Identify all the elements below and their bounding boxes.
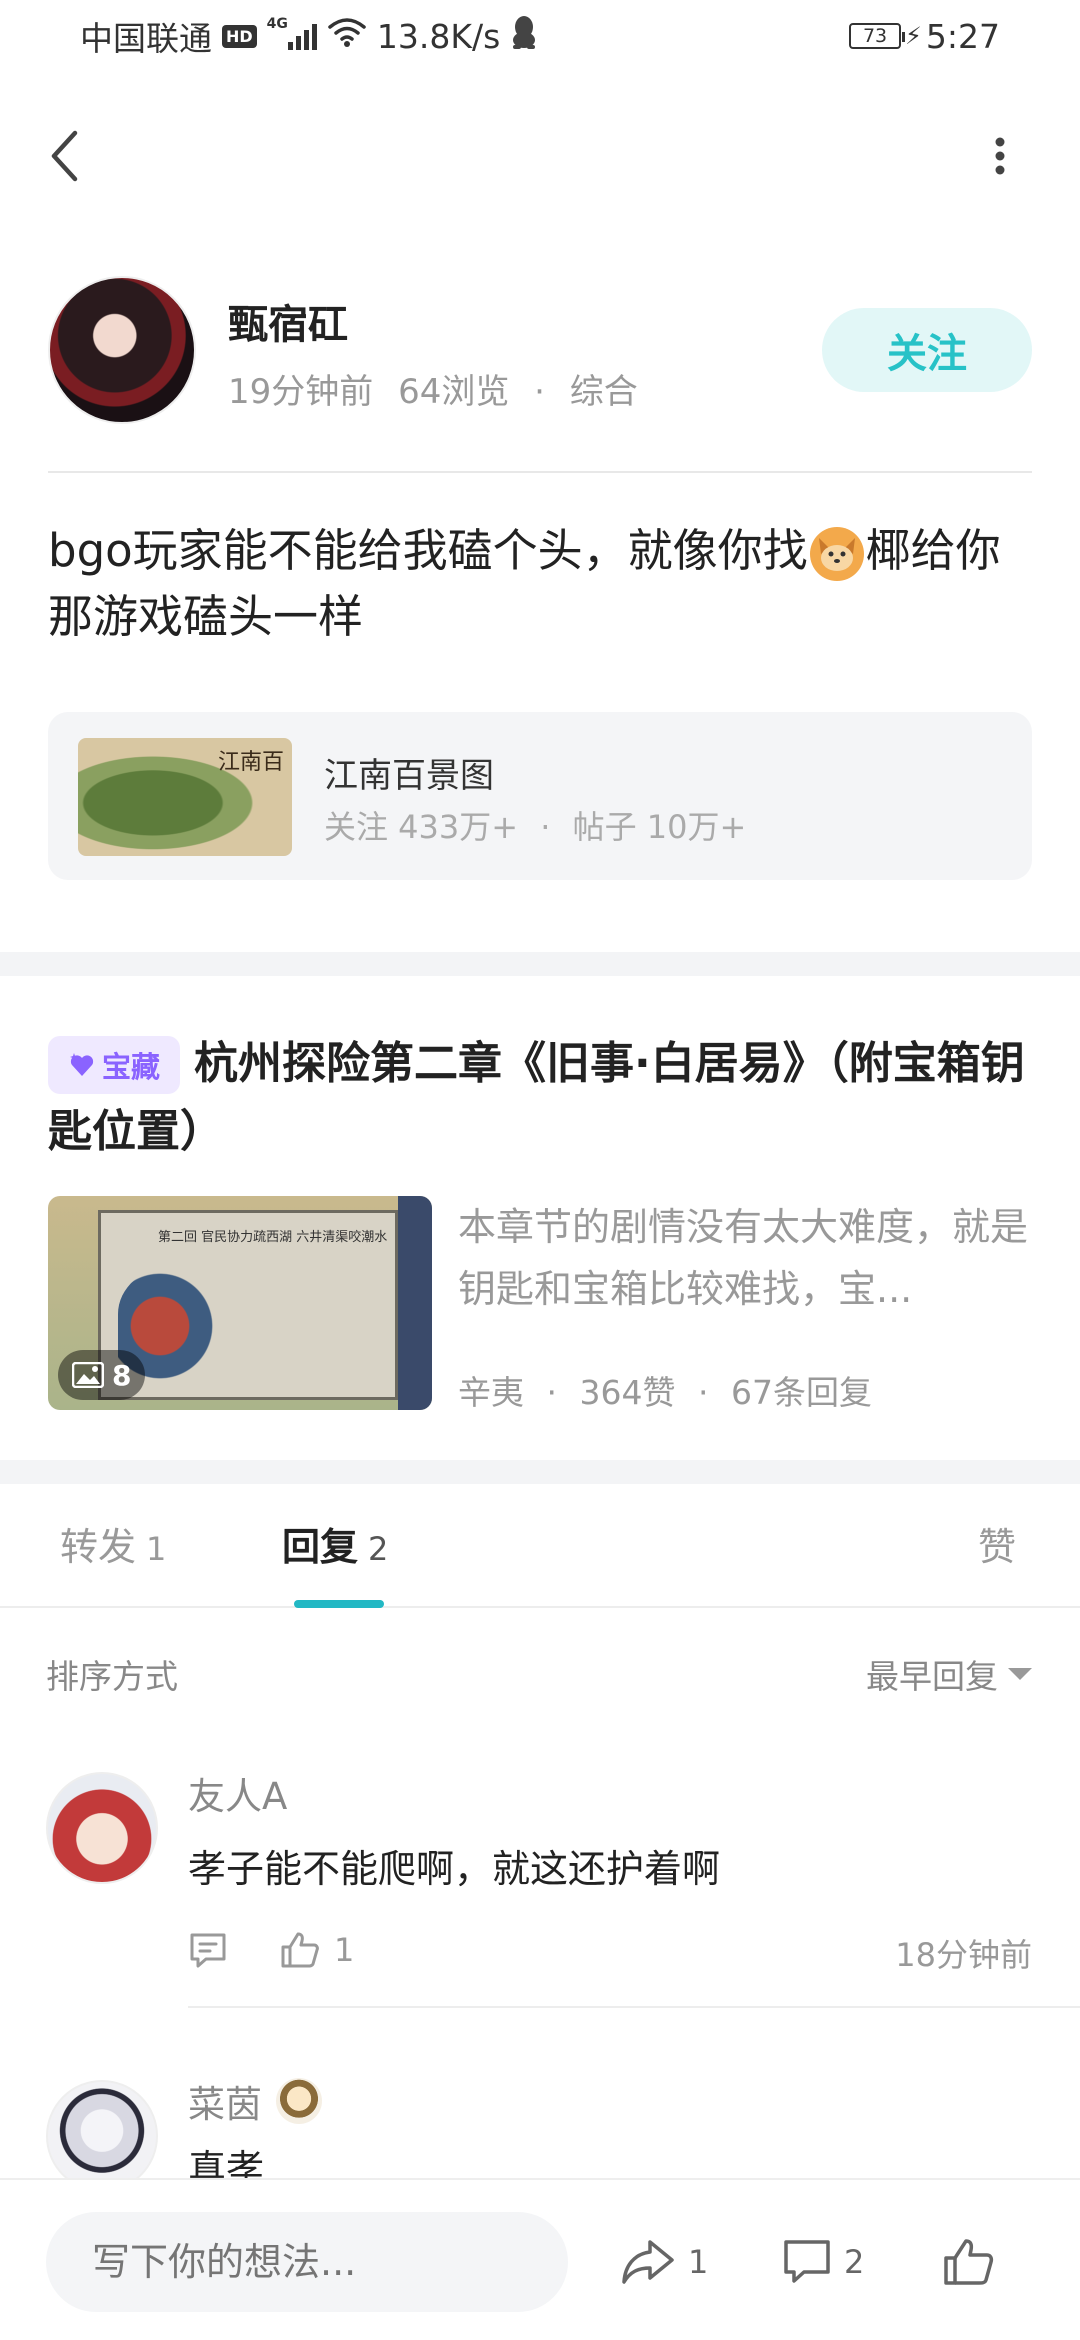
user-badge-icon <box>276 2078 322 2124</box>
comment-divider <box>188 2006 1080 2008</box>
status-left: 中国联通 HD 4G 13.8K/s <box>80 14 548 58</box>
sparkle-heart-icon <box>69 1053 94 1076</box>
comment-button[interactable]: 2 <box>782 2226 864 2298</box>
dog-face-emoji-icon <box>809 527 864 581</box>
like-count: 1 <box>334 1931 355 1969</box>
image-icon <box>72 1362 104 1388</box>
carrier-label: 中国联通 <box>80 19 212 58</box>
comment-time: 18分钟前 <box>895 1936 1032 1974</box>
article-thumbnail[interactable]: 第二回 官民协力疏西湖 六井清渠咬潮水 8 <box>48 1196 432 1410</box>
like-button[interactable]: 1 <box>280 1931 354 1969</box>
network-speed: 13.8K/s <box>376 16 501 56</box>
treasure-badge-label: 宝藏 <box>101 1050 160 1084</box>
comment-icon <box>784 2240 830 2283</box>
back-button[interactable] <box>44 124 84 188</box>
wifi-icon <box>327 16 367 56</box>
post-category: 综合 <box>569 372 638 412</box>
sort-label: 排序方式 <box>46 1657 178 1696</box>
comment-author[interactable]: 友人A <box>188 1766 287 1820</box>
signal-icon <box>287 22 317 50</box>
article-meta: 辛夷 · 364赞 · 67条回复 <box>458 1366 872 1414</box>
follow-button[interactable]: 关注 <box>822 308 1032 392</box>
tab-forward-count: 1 <box>146 1530 167 1568</box>
forum-stats: 关注 433万+ · 帖子 10万+ <box>324 802 746 848</box>
forum-thumbnail-text: 江南百 <box>217 750 284 775</box>
section-gap-2 <box>0 1460 1080 1484</box>
article-replies: 67条回复 <box>731 1373 872 1412</box>
tabs-divider <box>0 1606 1080 1608</box>
tab-reply[interactable]: 回复 2 <box>282 1516 388 1571</box>
comment-avatar[interactable] <box>46 1772 158 1884</box>
thumbnail-strip <box>398 1196 432 1410</box>
comment-actions: 1 <box>188 1922 354 1978</box>
article-meta-separator-2: · <box>698 1373 709 1412</box>
thumbs-up-icon <box>944 2239 994 2285</box>
thumbnail-caption: 第二回 官民协力疏西湖 六井清渠咬潮水 <box>158 1230 388 1245</box>
caret-down-icon <box>1008 1668 1032 1680</box>
article-author: 辛夷 <box>458 1373 524 1412</box>
tab-reply-count: 2 <box>368 1530 389 1568</box>
comment-avatar[interactable] <box>46 2080 158 2192</box>
comment-author-name: 菜茵 <box>188 2083 262 2126</box>
divider <box>48 471 1032 473</box>
chevron-left-icon <box>51 130 78 182</box>
bottom-bar: 1 2 <box>0 2178 1080 2340</box>
article-meta-separator: · <box>546 1373 558 1412</box>
forum-posts: 帖子 10万+ <box>572 808 747 846</box>
tab-like[interactable]: 赞 <box>978 1516 1016 1571</box>
status-right: 73 ⚡ 5:27 <box>849 14 1000 58</box>
author-meta: 19分钟前 64浏览 · 综合 <box>228 364 638 413</box>
battery-icon: 73 <box>849 23 906 49</box>
post-body: bgo玩家能不能给我磕个头，就像你找 椰给你那游戏磕头一样 <box>48 518 1032 650</box>
clock: 5:27 <box>925 16 1000 56</box>
article-title[interactable]: 杭州探险第二章《旧事·白居易》（附宝箱钥匙位置） <box>48 1030 1038 1166</box>
meta-separator: · <box>534 372 545 412</box>
status-bar: 中国联通 HD 4G 13.8K/s 73 ⚡ 5:27 <box>0 0 1080 72</box>
share-count: 1 <box>688 2243 709 2281</box>
thumbs-up-icon <box>281 1932 319 1968</box>
hd-badge: HD <box>222 24 257 48</box>
sort-selected: 最早回复 <box>866 1657 998 1696</box>
author-name[interactable]: 甄宿矼 <box>228 292 348 350</box>
article-likes: 364赞 <box>579 1373 676 1412</box>
section-gap <box>0 952 1080 976</box>
image-count: 8 <box>112 1358 132 1392</box>
share-arrow-icon <box>622 2240 674 2284</box>
image-count-badge: 8 <box>58 1350 146 1400</box>
forum-card[interactable]: 江南百 江南百景图 关注 433万+ · 帖子 10万+ <box>48 712 1032 880</box>
article-excerpt: 本章节的剧情没有太大难度，就是钥匙和宝箱比较难找，宝... <box>458 1205 1029 1311</box>
tab-forward[interactable]: 转发 1 <box>60 1516 166 1571</box>
tab-forward-label: 转发 <box>60 1525 137 1569</box>
comment-text: 孝子能不能爬啊，就这还护着啊 <box>188 1847 721 1891</box>
post-text-part1: bgo玩家能不能给我磕个头，就像你找 <box>48 524 808 577</box>
charging-icon: ⚡ <box>905 22 922 50</box>
post-views: 64浏览 <box>398 372 510 412</box>
share-button[interactable]: 1 <box>620 2226 708 2298</box>
comment-count: 2 <box>844 2243 865 2281</box>
comment-icon <box>190 1933 226 1968</box>
author-avatar[interactable] <box>48 276 196 424</box>
post-time: 19分钟前 <box>228 372 374 412</box>
network-type: 4G <box>266 16 288 32</box>
forum-name: 江南百景图 <box>324 756 494 796</box>
forum-thumbnail: 江南百 <box>78 738 292 856</box>
comment-author[interactable]: 菜茵 <box>188 2074 322 2128</box>
treasure-badge: 宝藏 <box>48 1036 180 1094</box>
vertical-dots-icon <box>995 137 1005 175</box>
tab-reply-label: 回复 <box>282 1525 359 1569</box>
tab-active-indicator <box>294 1600 384 1608</box>
forum-stats-separator: · <box>540 808 551 846</box>
sort-dropdown[interactable]: 最早回复 <box>866 1650 1032 1698</box>
comment-input[interactable] <box>46 2212 568 2312</box>
qq-icon <box>510 15 538 57</box>
reply-button[interactable] <box>188 1931 228 1969</box>
like-post-button[interactable] <box>942 2226 994 2298</box>
more-button[interactable] <box>980 124 1020 188</box>
forum-followers: 关注 433万+ <box>324 808 519 846</box>
tab-like-label: 赞 <box>978 1525 1017 1569</box>
